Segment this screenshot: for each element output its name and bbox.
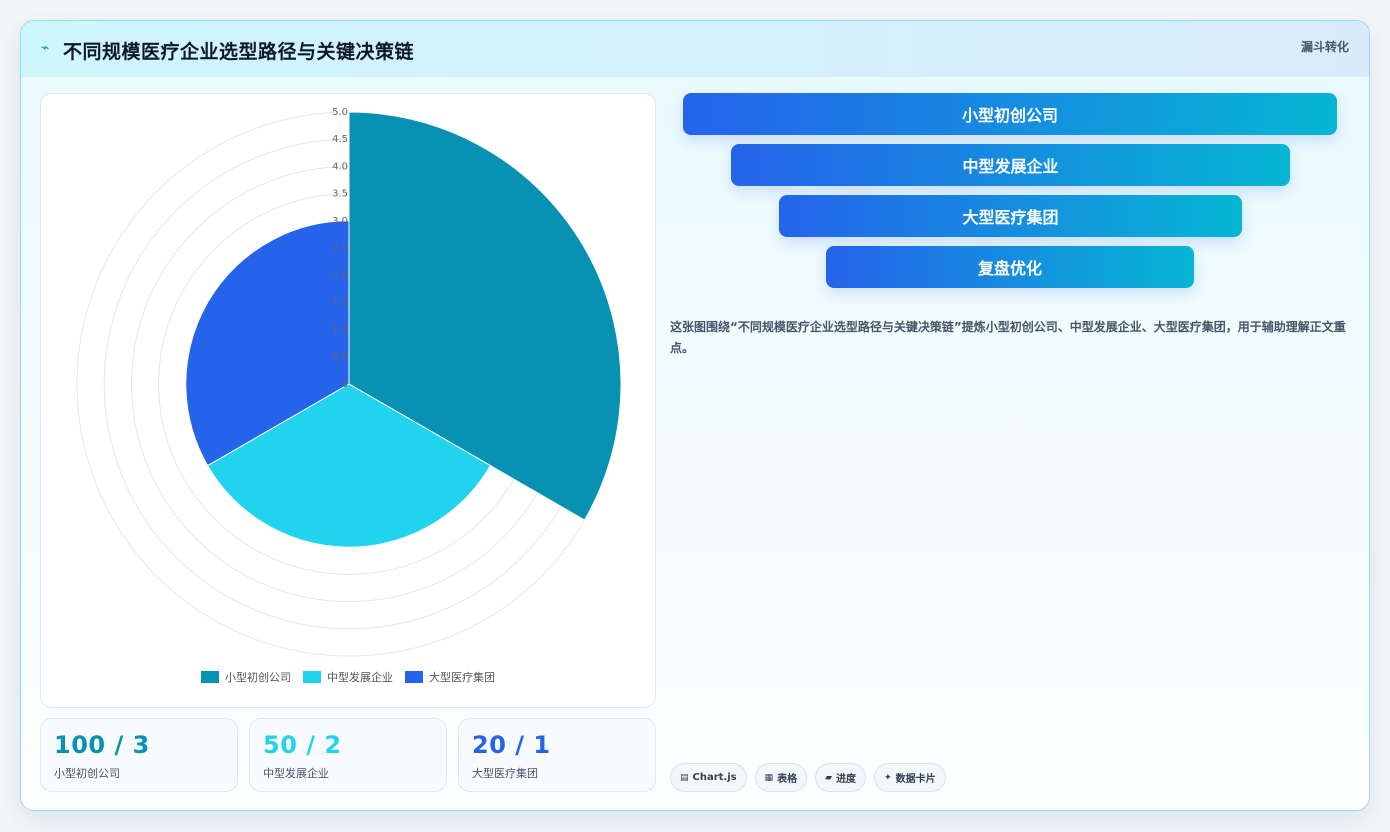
legend-item-2[interactable]: 大型医疗集团 — [405, 669, 495, 685]
stat-card-2: 20 / 1 大型医疗集团 — [458, 718, 656, 792]
r-tick-label-4: 3.0 — [332, 216, 348, 227]
r-tick-label-8: 1.0 — [332, 325, 348, 336]
progress-icon: ▰ — [825, 772, 833, 783]
funnel-label-0: 小型初创公司 — [961, 106, 1058, 125]
funnel-label-2: 大型医疗集团 — [962, 208, 1059, 227]
legend-swatch-0 — [201, 671, 219, 683]
stat-label-1: 中型发展企业 — [263, 767, 329, 780]
stat-card-0: 100 / 3 小型初创公司 — [40, 718, 238, 792]
chart-panel: 5.0 4.5 4.0 3.5 3.0 2.5 2.0 1.5 1.0 0.5 0 小型初创公司 中… — [40, 93, 656, 708]
legend-label-0: 小型初创公司 — [225, 671, 291, 684]
chart-icon: ▤ — [680, 772, 689, 783]
card-header: ⌁ 不同规模医疗企业选型路径与关键决策链 漏斗转化 — [21, 21, 1369, 77]
r-tick-label-2: 4.0 — [332, 161, 348, 172]
stat-value-0: 100 / 3 — [54, 731, 150, 759]
chart-description: 这张图围绕“不同规模医疗企业选型路径与关键决策链”提炼小型初创公司、中型发展企业… — [670, 320, 1346, 355]
legend-item-1[interactable]: 中型发展企业 — [303, 669, 393, 685]
stat-value-1: 50 / 2 — [263, 731, 342, 759]
chip-label-1: 表格 — [777, 774, 798, 785]
chart-legend: 小型初创公司 中型发展企业 大型医疗集团 — [41, 669, 655, 685]
r-tick-label-7: 1.5 — [332, 297, 348, 308]
r-tick-label-3: 3.5 — [332, 189, 348, 200]
chip-label-3: 数据卡片 — [895, 774, 936, 785]
r-tick-label-6: 2.0 — [332, 270, 348, 281]
r-tick-label-0: 5.0 — [332, 107, 348, 118]
stat-label-2: 大型医疗集团 — [472, 767, 538, 780]
r-tick-label-5: 2.5 — [332, 243, 348, 254]
legend-swatch-1 — [303, 671, 321, 683]
r-tick-label-10: 0 — [342, 379, 348, 390]
dashboard-card: ⌁ 不同规模医疗企业选型路径与关键决策链 漏斗转化 5.0 4.5 4.0 3.5 3.… — [20, 20, 1370, 811]
stat-card-1: 50 / 2 中型发展企业 — [249, 718, 447, 792]
pulse-icon: ⌁ — [41, 40, 50, 56]
legend-swatch-2 — [405, 671, 423, 683]
chart-type-tag: 漏斗转化 — [1300, 40, 1349, 54]
funnel-label-3: 复盘优化 — [977, 259, 1042, 278]
stat-value-2: 20 / 1 — [472, 731, 551, 759]
r-tick-label-1: 4.5 — [332, 134, 348, 145]
funnel-stage-3: 复盘优化 — [826, 246, 1194, 288]
legend-item-0[interactable]: 小型初创公司 — [201, 669, 291, 685]
stat-cards: 100 / 3 小型初创公司 50 / 2 中型发展企业 20 / 1 大型医疗… — [40, 718, 656, 792]
chip-data-card[interactable]: ✦ 数据卡片 — [874, 763, 946, 792]
funnel-stage-2: 大型医疗集团 — [779, 195, 1242, 237]
chip-label-2: 进度 — [836, 774, 857, 785]
stat-label-0: 小型初创公司 — [54, 767, 120, 780]
page-title: 不同规模医疗企业选型路径与关键决策链 — [63, 41, 415, 63]
funnel-stage-0: 小型初创公司 — [683, 93, 1337, 135]
chip-table[interactable]: ▦ 表格 — [754, 763, 808, 792]
funnel-stage-1: 中型发展企业 — [731, 144, 1290, 186]
r-tick-label-9: 0.5 — [332, 352, 348, 363]
legend-label-1: 中型发展企业 — [327, 671, 393, 684]
legend-label-2: 大型医疗集团 — [429, 671, 495, 684]
chip-label-0: Chart.js — [692, 772, 737, 783]
tech-chips: ▤ Chart.js ▦ 表格 ▰ 进度 ✦ 数据卡片 — [670, 763, 946, 792]
table-icon: ▦ — [764, 772, 774, 783]
card-icon: ✦ — [884, 772, 892, 783]
funnel-label-1: 中型发展企业 — [962, 157, 1059, 176]
chip-chartjs[interactable]: ▤ Chart.js — [670, 763, 747, 792]
polar-area-chart: 5.0 4.5 4.0 3.5 3.0 2.5 2.0 1.5 1.0 0.5 0 — [76, 107, 622, 657]
card-body: 5.0 4.5 4.0 3.5 3.0 2.5 2.0 1.5 1.0 0.5 0 小型初创公司 中… — [21, 77, 1369, 810]
chip-progress[interactable]: ▰ 进度 — [815, 763, 867, 792]
